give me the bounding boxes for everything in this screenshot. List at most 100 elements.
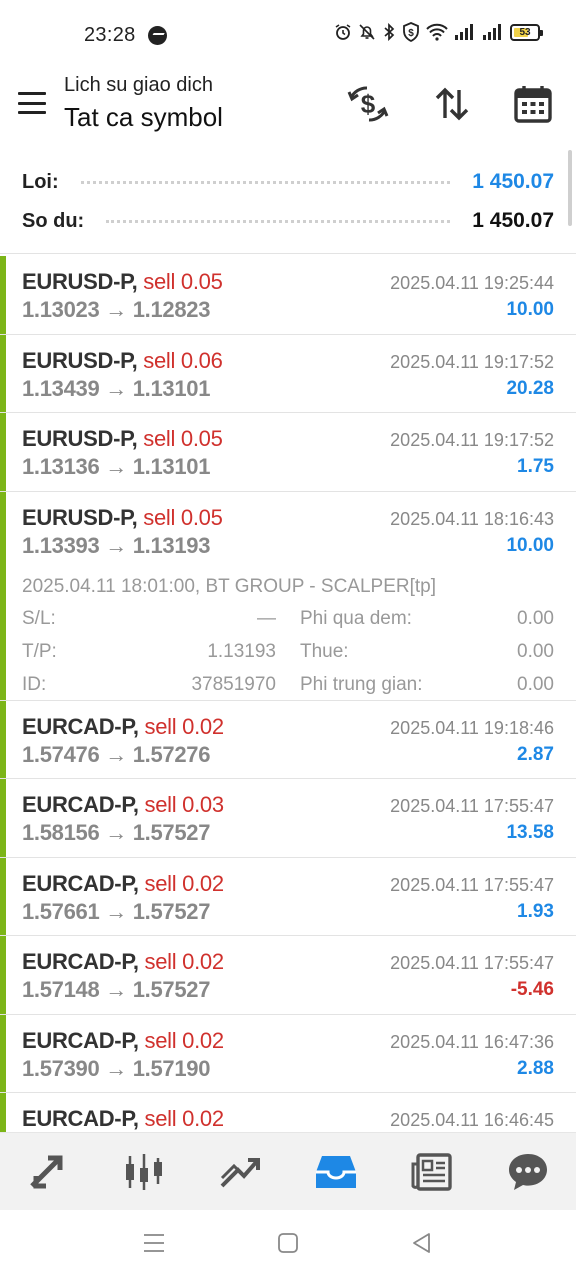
deal-row[interactable]: EURCAD-P, sell 0.02 1.57148 → 1.57527 20… [0,936,576,1015]
profit-value: 1 450.07 [472,170,554,193]
deal-prices: 1.13393 → 1.13193 [22,532,211,558]
sl-value: — [257,607,276,629]
status-bar: 23:28 $ 53 [0,0,576,72]
deal-type: sell 0.05 [143,269,223,294]
currency-exchange-icon[interactable]: $ [346,82,390,126]
messenger-icon [148,26,167,45]
sort-icon[interactable] [430,82,474,126]
calendar-icon[interactable] [511,82,555,126]
deals-list: EURUSD-P, sell 0.05 1.13023 → 1.12823 20… [0,256,576,1132]
deal-profit: 10.00 [506,534,554,556]
vpn-shield-icon: $ [403,22,419,42]
deal-time: 2025.04.11 19:17:52 [390,430,554,450]
deal-prices: 1.13136 → 1.13101 [22,454,211,479]
deal-row[interactable]: EURUSD-P, sell 0.06 1.13439 → 1.13101 20… [0,334,576,413]
profit-row: Loi: 1 450.07 [22,164,554,200]
swap-value: 0.00 [517,607,554,629]
deal-row[interactable]: EURUSD-P, sell 0.05 1.13136 → 1.13101 20… [0,413,576,492]
deal-symbol-line: EURCAD-P, sell 0.02 [22,714,224,740]
deal-row-expanded[interactable]: EURUSD-P, sell 0.05 1.13393 → 1.13193 20… [0,491,576,701]
deal-prices: 1.13023 → 1.12823 [22,297,211,322]
deal-profit: 13.58 [506,822,554,843]
deal-symbol: EURUSD-P, [22,504,138,530]
deal-row[interactable]: EURCAD-P, sell 0.02 1.57661 → 1.57527 20… [0,857,576,936]
deal-details: 2025.04.11 18:01:00, BT GROUP - SCALPER[… [22,572,554,701]
deal-type: sell 0.05 [143,504,223,530]
status-icons: $ 53 [334,22,543,42]
balance-value: 1 450.07 [472,209,554,232]
signal-icon [483,24,501,40]
scrollbar[interactable] [568,150,572,226]
commission-value: 0.00 [517,673,554,695]
page-subtitle: Lich su giao dich [64,74,213,96]
deal-symbol: EURUSD-P, [22,347,138,373]
deal-time: 2025.04.11 19:18:46 [390,717,554,738]
alarm-icon [335,24,351,40]
deal-type: sell 0.06 [143,347,223,373]
quotes-icon[interactable] [18,1142,78,1202]
deal-profit: 20.28 [506,377,554,399]
deal-row[interactable]: EURCAD-P, sell 0.02 2025.04.11 16:46:45 [0,1093,576,1132]
recent-apps-icon[interactable] [142,1232,166,1259]
dotted-leader [80,180,451,184]
deal-time: 2025.04.11 16:47:36 [390,1031,554,1052]
deal-type: sell 0.02 [144,713,225,739]
battery-level: 53 [519,26,531,38]
deal-symbol: EURUSD-P, [22,426,138,451]
deal-prices: 1.13439 → 1.13101 [22,375,211,401]
deal-row[interactable]: EURCAD-P, sell 0.02 1.57390 → 1.57190 20… [0,1014,576,1093]
deal-prices: 1.57476 → 1.57276 [22,741,211,767]
mute-icon [359,24,375,40]
deal-comment: 2025.04.11 18:01:00, BT GROUP - SCALPER[… [22,575,437,597]
profit-label: Loi: [22,170,59,193]
tp-field: T/P: 1.13193 [22,635,276,668]
account-summary: Loi: 1 450.07 So du: 1 450.07 [0,160,576,254]
deal-type: sell 0.02 [144,870,225,896]
deal-symbol-line: EURCAD-P, sell 0.02 [22,1028,224,1054]
deal-symbol: EURCAD-P, [22,1106,139,1131]
symbol-selector[interactable]: Tat ca symbol [64,102,223,133]
deal-time: 2025.04.11 17:55:47 [390,953,554,973]
deal-symbol: EURCAD-P, [22,949,139,974]
home-icon[interactable] [276,1231,300,1260]
chat-icon[interactable] [498,1142,558,1202]
deal-prices: 1.58156 → 1.57527 [22,820,211,845]
swap-label: Phi qua dem: [300,607,412,629]
chart-icon[interactable] [114,1142,174,1202]
tp-value: 1.13193 [207,640,276,662]
menu-icon[interactable] [18,92,46,114]
deal-symbol: EURUSD-P, [22,269,138,294]
status-time: 23:28 [84,24,136,46]
deal-row[interactable]: EURUSD-P, sell 0.05 1.13023 → 1.12823 20… [0,256,576,335]
commission-field: Phi trung gian: 0.00 [276,668,554,701]
sl-field: S/L: — [22,602,276,635]
deal-profit: 2.88 [517,1057,554,1079]
deal-symbol-line: EURUSD-P, sell 0.06 [22,348,223,374]
deal-time: 2025.04.11 19:17:52 [390,351,554,372]
history-icon[interactable] [306,1142,366,1202]
tax-field: Thue: 0.00 [276,635,554,668]
wifi-icon [426,23,448,41]
deal-prices: 1.57661 → 1.57527 [22,898,211,924]
deal-profit: 10.00 [506,299,554,320]
signal-icon [455,24,473,40]
tax-value: 0.00 [517,640,554,662]
bluetooth-icon [384,23,395,41]
svg-text:$: $ [408,28,414,39]
back-icon[interactable] [410,1231,434,1260]
trade-icon[interactable] [210,1142,270,1202]
dotted-leader [106,219,451,223]
news-icon[interactable] [402,1142,462,1202]
deal-symbol: EURCAD-P, [22,713,139,739]
deal-row[interactable]: EURCAD-P, sell 0.02 1.57476 → 1.57276 20… [0,700,576,779]
svg-text:$: $ [361,89,376,119]
deal-profit: -5.46 [510,979,554,1000]
sl-label: S/L: [22,607,56,629]
id-field: ID: 37851970 [22,668,276,701]
deal-type: sell 0.02 [144,949,225,974]
deal-row[interactable]: EURCAD-P, sell 0.03 1.58156 → 1.57527 20… [0,779,576,858]
deal-type: sell 0.05 [143,426,223,451]
swap-field: Phi qua dem: 0.00 [276,602,554,635]
deal-symbol: EURCAD-P, [22,870,139,896]
deal-symbol: EURCAD-P, [22,1027,139,1053]
